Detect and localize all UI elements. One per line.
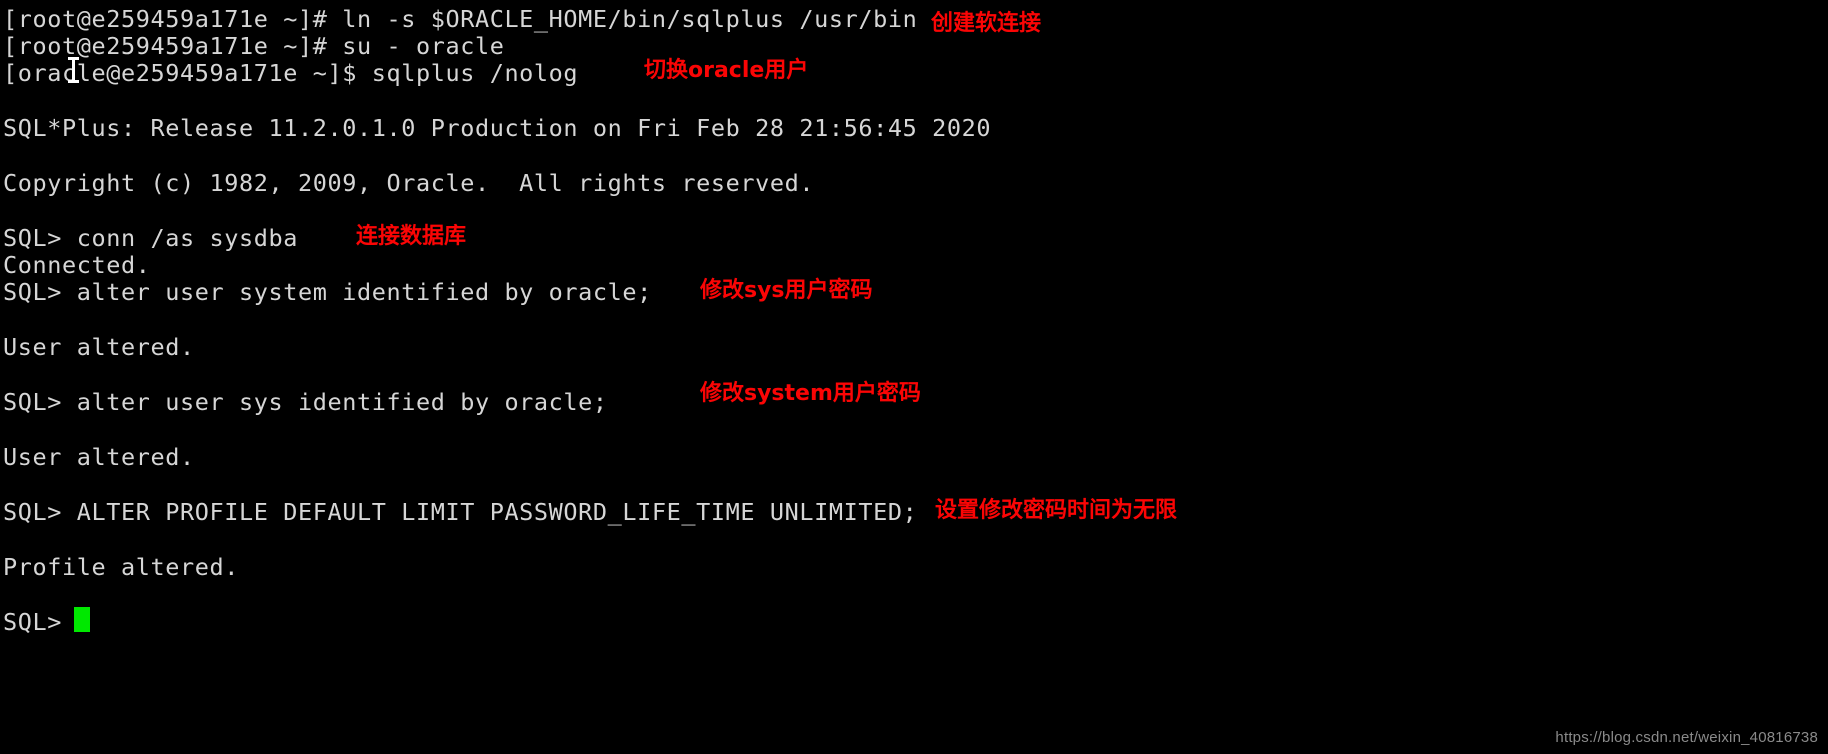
terminal-line: Copyright (c) 1982, 2009, Oracle. All ri… xyxy=(3,169,815,197)
terminal-line: SQL> xyxy=(3,608,62,636)
terminal-line: [root@e259459a171e ~]# su - oracle xyxy=(3,32,505,60)
annotation-label: 修改sys用户密码 xyxy=(700,278,873,303)
terminal-line: SQL> ALTER PROFILE DEFAULT LIMIT PASSWOR… xyxy=(3,498,918,526)
terminal-line: SQL> alter user sys identified by oracle… xyxy=(3,388,608,416)
terminal-line: User altered. xyxy=(3,443,195,471)
annotation-label: 设置修改密码时间为无限 xyxy=(935,498,1178,523)
terminal-cursor xyxy=(74,607,90,632)
terminal-line: User altered. xyxy=(3,333,195,361)
annotation-label: 切换oracle用户 xyxy=(644,58,809,83)
watermark-url: https://blog.csdn.net/weixin_40816738 xyxy=(1555,729,1818,746)
terminal-line: [oracle@e259459a171e ~]$ sqlplus /nolog xyxy=(3,59,579,87)
terminal-line: Profile altered. xyxy=(3,553,239,581)
terminal-line: SQL> alter user system identified by ora… xyxy=(3,278,652,306)
annotation-label: 连接数据库 xyxy=(356,224,467,249)
terminal-line: Connected. xyxy=(3,251,151,279)
terminal-line: [root@e259459a171e ~]# ln -s $ORACLE_HOM… xyxy=(3,5,918,33)
terminal-window[interactable]: [root@e259459a171e ~]# ln -s $ORACLE_HOM… xyxy=(0,0,1828,754)
terminal-line: SQL*Plus: Release 11.2.0.1.0 Production … xyxy=(3,114,992,142)
annotation-label: 修改system用户密码 xyxy=(700,381,921,406)
annotation-label: 创建软连接 xyxy=(931,11,1042,36)
terminal-line: SQL> conn /as sysdba xyxy=(3,224,298,252)
